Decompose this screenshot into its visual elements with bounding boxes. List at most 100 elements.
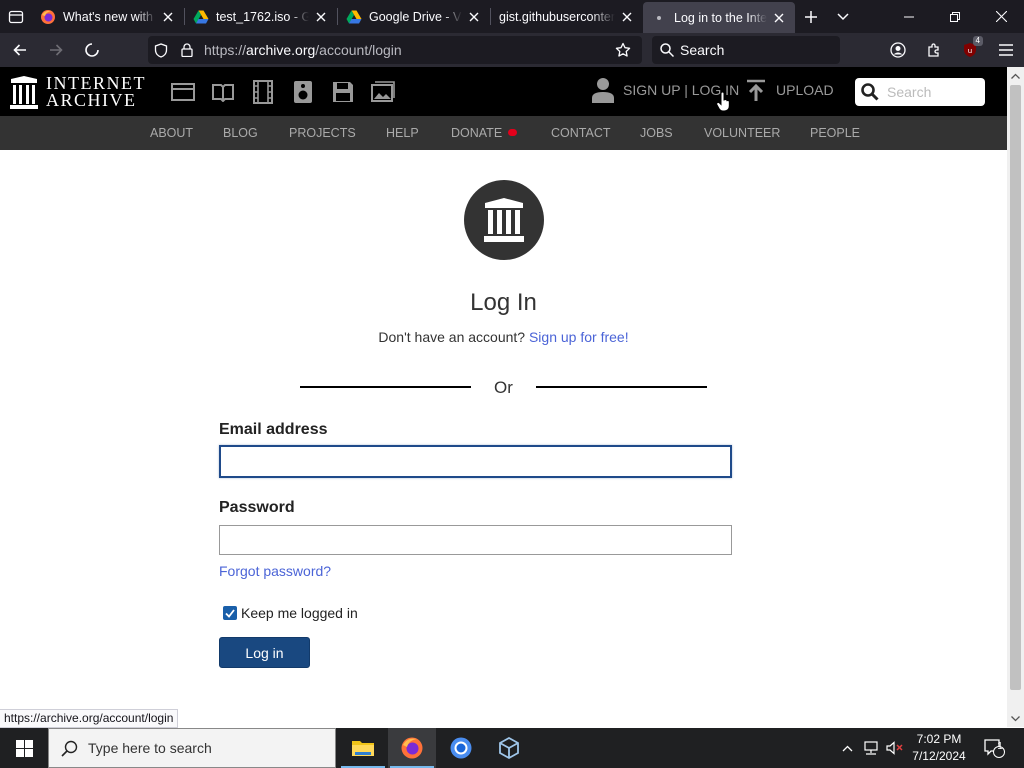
menu-jobs[interactable]: JOBS: [640, 126, 673, 140]
virtualbox-cube-icon: [499, 736, 519, 760]
tab-firefox-whats-new[interactable]: What's new with Firefox: [32, 0, 184, 33]
url-prefix: https://: [204, 42, 247, 58]
google-drive-icon: [193, 9, 209, 25]
archive-building-icon: [484, 198, 524, 242]
hamburger-menu-icon: [999, 44, 1013, 56]
lock-icon[interactable]: [174, 43, 200, 57]
notification-count: 1: [997, 741, 1003, 752]
close-icon[interactable]: [619, 12, 635, 22]
loading-dot-icon: [651, 10, 667, 26]
scroll-down-arrow-icon[interactable]: [1011, 714, 1020, 723]
menu-volunteer[interactable]: VOLUNTEER: [704, 126, 780, 140]
audio-speaker-icon[interactable]: [283, 78, 323, 106]
tracking-protection-shield-icon[interactable]: [148, 42, 174, 58]
volume-muted-icon: [886, 741, 903, 755]
start-button[interactable]: [0, 728, 48, 768]
email-field[interactable]: [219, 445, 732, 478]
tab-google-drive-virus[interactable]: Google Drive - Virus scan warning: [338, 0, 490, 33]
firefox-view-button[interactable]: [0, 0, 32, 33]
menu-people[interactable]: PEOPLE: [810, 126, 860, 140]
close-icon[interactable]: [160, 12, 176, 22]
back-button[interactable]: [4, 36, 36, 64]
web-icon[interactable]: [163, 78, 203, 106]
search-icon: [660, 43, 674, 57]
or-text: Or: [494, 378, 513, 397]
search-icon: [61, 740, 78, 757]
minimize-icon: [904, 16, 914, 17]
divider-line: [536, 386, 707, 388]
minimize-button[interactable]: [886, 0, 932, 33]
ia-search-input[interactable]: Search: [855, 78, 985, 106]
tab-gist[interactable]: gist.githubusercontent.com: [491, 0, 643, 33]
taskbar-file-explorer[interactable]: [339, 728, 387, 768]
navigation-toolbar: https://archive.org/account/login Search…: [0, 33, 1024, 67]
forward-button[interactable]: [40, 36, 72, 64]
account-button[interactable]: [880, 33, 916, 67]
ia-secondary-menu: ABOUT BLOG PROJECTS HELP DONATE CONTACT …: [0, 116, 1007, 150]
menu-help[interactable]: HELP: [386, 126, 419, 140]
url-host: archive.org: [246, 42, 316, 58]
taskbar-firefox[interactable]: [388, 728, 436, 768]
upload-text: UPLOAD: [776, 82, 834, 98]
loading-throbber-icon: [85, 43, 99, 57]
signup-link[interactable]: Sign up for free!: [529, 329, 629, 345]
heart-icon: [508, 129, 518, 136]
svg-text:u: u: [968, 47, 972, 55]
browser-search-box[interactable]: Search: [652, 36, 840, 64]
archive-logo-circle: [464, 180, 544, 260]
taskbar-virtualbox[interactable]: [485, 728, 533, 768]
restore-button[interactable]: [932, 0, 978, 33]
menu-donate[interactable]: DONATE: [451, 126, 518, 140]
scroll-up-arrow-icon[interactable]: [1011, 71, 1020, 80]
software-floppy-icon[interactable]: [323, 78, 363, 106]
menu-contact[interactable]: CONTACT: [551, 126, 611, 140]
ia-logo-link[interactable]: INTERNET ARCHIVE: [10, 74, 146, 109]
keep-logged-in-checkbox[interactable]: Keep me logged in: [219, 605, 358, 621]
taskbar-search-box[interactable]: Type here to search: [48, 728, 336, 768]
chromium-icon: [450, 737, 472, 759]
action-center-button[interactable]: 1: [980, 728, 1008, 768]
taskbar-chromium[interactable]: [437, 728, 485, 768]
url-path: /account/login: [315, 42, 402, 58]
menu-about[interactable]: ABOUT: [150, 126, 193, 140]
app-menu-button[interactable]: [988, 33, 1024, 67]
images-icon[interactable]: [363, 78, 403, 106]
url-bar[interactable]: https://archive.org/account/login: [148, 36, 642, 64]
tab-title: test_1762.iso - Google Drive: [216, 9, 309, 24]
forgot-password-link[interactable]: Forgot password?: [219, 563, 331, 579]
upload-link[interactable]: UPLOAD: [746, 79, 834, 101]
ublock-origin-button[interactable]: u 4: [952, 33, 988, 67]
list-all-tabs-button[interactable]: [827, 0, 859, 33]
login-submit-button[interactable]: Log in: [219, 637, 310, 668]
no-account-text: Don't have an account?: [378, 329, 526, 345]
close-window-button[interactable]: [978, 0, 1024, 33]
search-placeholder: Search: [680, 42, 725, 58]
close-icon[interactable]: [313, 12, 329, 22]
stop-loading-button[interactable]: [76, 36, 108, 64]
link-status-tooltip: https://archive.org/account/login: [0, 709, 179, 728]
folder-icon: [352, 741, 374, 756]
taskbar-clock[interactable]: 7:02 PM 7/12/2024: [906, 731, 972, 765]
scrollbar-thumb[interactable]: [1010, 85, 1021, 690]
chevron-down-icon: [837, 12, 849, 20]
video-film-icon[interactable]: [243, 78, 283, 106]
or-divider: Or: [300, 378, 707, 398]
new-tab-button[interactable]: [795, 0, 827, 33]
close-icon[interactable]: [771, 13, 787, 23]
page-scrollbar[interactable]: [1007, 67, 1024, 727]
tray-overflow-chevron[interactable]: [838, 728, 856, 768]
bookmark-star-icon[interactable]: [610, 42, 636, 58]
texts-book-icon[interactable]: [203, 78, 243, 106]
arrow-left-icon: [13, 44, 26, 56]
tab-archive-login[interactable]: Log in to the Internet Archive: [643, 2, 795, 33]
tray-network[interactable]: [860, 728, 882, 768]
close-icon[interactable]: [466, 12, 482, 22]
tray-volume[interactable]: [884, 728, 906, 768]
tab-google-drive-iso[interactable]: test_1762.iso - Google Drive: [185, 0, 337, 33]
menu-projects[interactable]: PROJECTS: [289, 126, 356, 140]
menu-blog[interactable]: BLOG: [223, 126, 258, 140]
firefox-view-icon: [8, 10, 24, 23]
extensions-button[interactable]: [916, 33, 952, 67]
password-field[interactable]: [219, 525, 732, 555]
checkbox-checked-icon[interactable]: [223, 606, 237, 620]
